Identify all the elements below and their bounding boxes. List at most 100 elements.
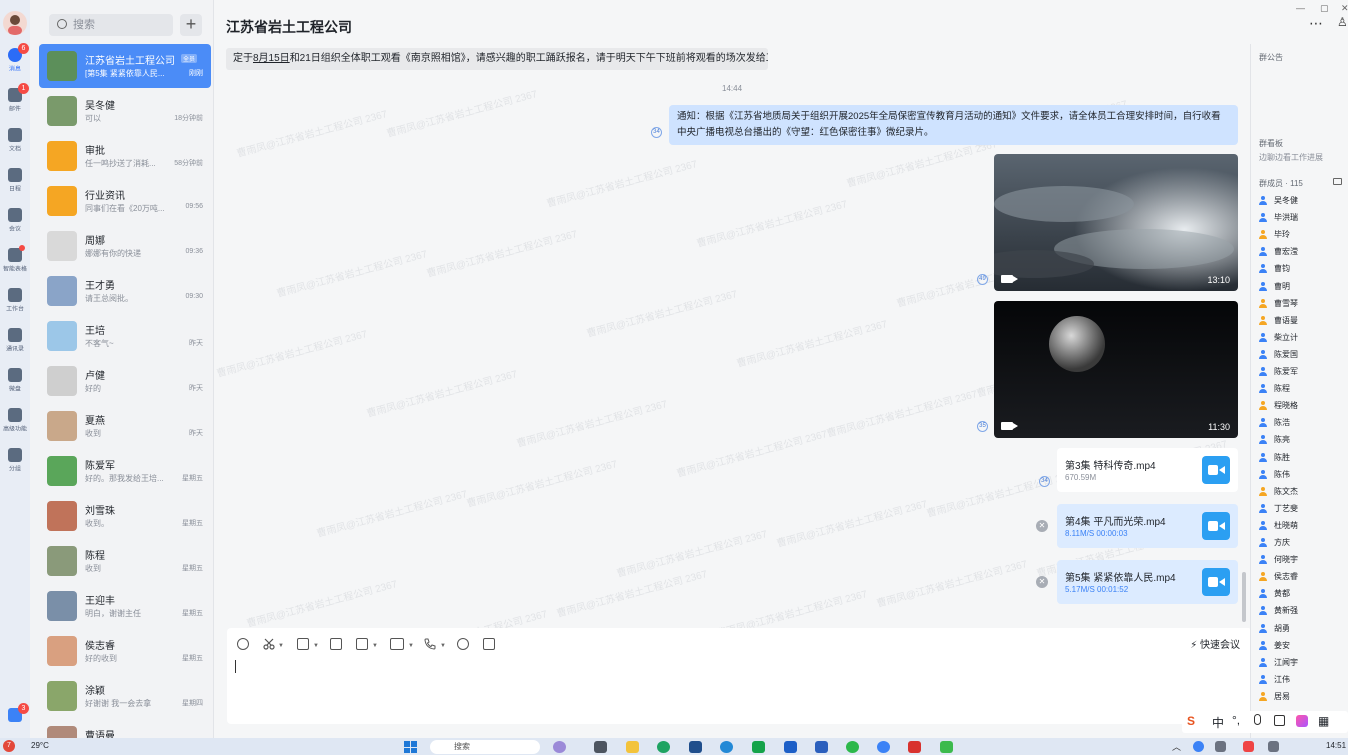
member-item[interactable]: 曹雪琴 (1259, 296, 1348, 313)
member-item[interactable]: 陈伟 (1259, 467, 1348, 484)
wps-icon[interactable] (908, 741, 921, 753)
chevron-down-icon[interactable]: ▼ (408, 643, 414, 649)
dingtalk-icon[interactable] (784, 741, 797, 753)
windows-start-icon[interactable] (404, 741, 418, 753)
keyboard-icon[interactable] (1274, 715, 1285, 726)
member-item[interactable]: 胡勇 (1259, 621, 1348, 638)
conversation-item[interactable]: 审批 任一鸣抄送了消耗... 58分钟前 (39, 134, 211, 178)
nav-item[interactable]: 1 邮件 (0, 83, 30, 114)
message-composer[interactable]: ▼ ▼ ▼ ▼ ▼ ⚡ 快速会议 (227, 628, 1250, 724)
file-explorer-icon[interactable] (626, 741, 639, 753)
read-count[interactable]: 35 (977, 421, 988, 432)
member-item[interactable]: 方庆 (1259, 535, 1348, 552)
weather-badge[interactable]: 7 (3, 740, 15, 752)
member-item[interactable]: 柴立计 (1259, 330, 1348, 347)
video-message[interactable]: 13:10 (994, 154, 1238, 291)
outlook-icon[interactable] (815, 741, 828, 753)
conversation-item[interactable]: 陈爱军 好的。那我发给王培... 星期五 (39, 449, 211, 493)
my-avatar[interactable] (3, 11, 27, 35)
wecom-active-icon[interactable] (877, 741, 890, 753)
task-view-icon[interactable] (594, 741, 607, 753)
maximize-button[interactable]: ▢ (1320, 3, 1329, 14)
taskbar-search[interactable]: 搜索 (430, 740, 540, 754)
member-item[interactable]: 江伟 (1259, 672, 1348, 689)
board-label[interactable]: 群看板 (1259, 138, 1283, 149)
member-item[interactable]: 毕玲 (1259, 227, 1348, 244)
pinned-date-link[interactable]: 8月15日 (253, 53, 290, 64)
store-icon[interactable] (689, 741, 702, 753)
add-button[interactable]: + (180, 14, 202, 36)
chevron-down-icon[interactable]: ▼ (440, 643, 446, 649)
more-options-icon[interactable]: ⋯ (1309, 15, 1323, 32)
read-count[interactable]: 49 (977, 274, 988, 285)
member-item[interactable]: 何晓宇 (1259, 552, 1348, 569)
scissors-icon[interactable] (263, 638, 275, 650)
doc-icon[interactable] (330, 638, 342, 650)
copilot-icon[interactable] (553, 741, 566, 753)
conversation-item[interactable]: 陈程 收到 星期五 (39, 539, 211, 583)
conversation-item[interactable]: 卢健 好的 昨天 (39, 359, 211, 403)
minimize-button[interactable]: — (1296, 3, 1305, 13)
conversation-item[interactable]: 王迎丰 明白，谢谢主任 星期五 (39, 584, 211, 628)
toolbox-grid-icon[interactable]: ▦ (1318, 714, 1329, 728)
member-item[interactable]: 曹语曼 (1259, 313, 1348, 330)
member-item[interactable]: 曹宏滢 (1259, 244, 1348, 261)
wechat-icon[interactable] (846, 741, 859, 753)
skin-icon[interactable] (1296, 715, 1308, 727)
members-manage-icon[interactable] (1333, 178, 1342, 185)
members-label[interactable]: 群成员 · 115 (1259, 178, 1303, 189)
tray-security-icon[interactable] (1243, 741, 1254, 752)
member-item[interactable]: 姜安 (1259, 638, 1348, 655)
nav-item[interactable]: 日程 (0, 168, 30, 194)
chat-scrollbar[interactable] (1242, 572, 1246, 622)
member-item[interactable]: 陈爱军 (1259, 364, 1348, 381)
conversation-item[interactable]: 曹语曼 (39, 719, 211, 738)
member-item[interactable]: 陈文杰 (1259, 484, 1348, 501)
member-item[interactable]: 杜晓萌 (1259, 518, 1348, 535)
conversation-item[interactable]: 侯志睿 好的收到 星期五 (39, 629, 211, 673)
member-item[interactable]: 陈亮 (1259, 432, 1348, 449)
close-button[interactable]: ✕ (1341, 3, 1348, 14)
member-item[interactable]: 黄都 (1259, 586, 1348, 603)
sogou-logo-icon[interactable]: S (1187, 714, 1195, 728)
announcement-label[interactable]: 群公告 (1259, 52, 1283, 63)
member-item[interactable]: 陈胜 (1259, 450, 1348, 467)
nav-item[interactable]: 会议 (0, 208, 30, 234)
file-message-downloading[interactable]: 第4集 平凡而光荣.mp4 8.11M/S 00:00:03 (1057, 504, 1238, 548)
conversation-item[interactable]: 涂颖 好谢谢 我一会去拿 星期四 (39, 674, 211, 718)
more-icon[interactable] (457, 638, 469, 650)
read-count[interactable]: 34 (651, 127, 662, 138)
nav-item[interactable]: 文档 (0, 128, 30, 154)
conversation-item[interactable]: 刘雪珠 收到。 星期五 (39, 494, 211, 538)
chrome-icon[interactable] (657, 741, 670, 753)
file-message-downloading[interactable]: 第5集 紧紧依靠人民.mp4 5.17M/S 00:01:52 (1057, 560, 1238, 604)
phone-icon[interactable] (424, 638, 436, 650)
emoji-icon[interactable] (237, 638, 249, 650)
member-item[interactable]: 陈浩 (1259, 415, 1348, 432)
file-message[interactable]: 第3集 特科传奇.mp4 670.59M (1057, 448, 1238, 492)
nav-item[interactable]: 工作台 (0, 288, 30, 314)
rail-bottom-app[interactable]: 3 (0, 703, 30, 722)
search-box[interactable] (49, 14, 173, 36)
note-icon[interactable] (483, 638, 495, 650)
tray-volume-icon[interactable] (1268, 741, 1279, 752)
tray-chevron-icon[interactable]: ︿ (1172, 740, 1181, 753)
member-item[interactable]: 陈程 (1259, 381, 1348, 398)
microphone-icon[interactable] (1254, 714, 1261, 725)
nav-item[interactable]: 分组 (0, 448, 30, 474)
ime-language-toggle[interactable]: 中 (1212, 714, 1224, 731)
clock[interactable]: 14:51 (1326, 741, 1346, 750)
edge-icon[interactable] (720, 741, 733, 753)
video-message[interactable]: 11:30 (994, 301, 1238, 438)
tray-app-icon[interactable] (1193, 741, 1204, 752)
conversation-item[interactable]: 江苏省岩土工程公司 [第5集 紧紧依靠人民... 刚刚 全员 (39, 44, 211, 88)
member-item[interactable]: 程晓格 (1259, 398, 1348, 415)
nav-item[interactable]: 通讯录 (0, 328, 30, 354)
member-item[interactable]: 侯志睿 (1259, 569, 1348, 586)
chevron-down-icon[interactable]: ▼ (278, 643, 284, 649)
folder-icon[interactable] (390, 638, 404, 650)
conversation-item[interactable]: 周娜 娜娜有你的快递 09:36 (39, 224, 211, 268)
nav-item[interactable]: 高级功能 (0, 408, 30, 434)
member-item[interactable]: 江闻宇 (1259, 655, 1348, 672)
member-item[interactable]: 吴冬健 (1259, 193, 1348, 210)
